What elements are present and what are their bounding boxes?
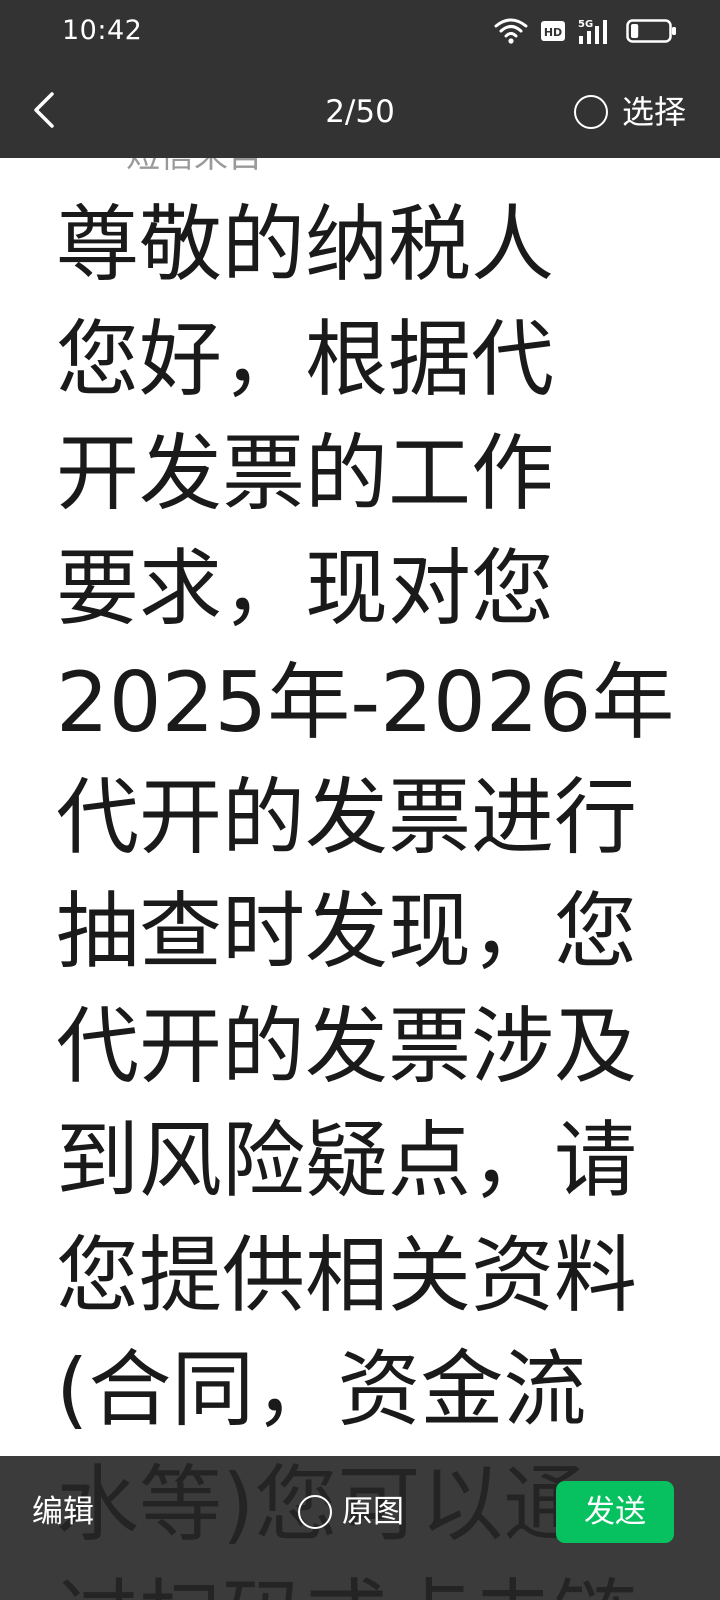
status-icons: HD 5G — [494, 14, 678, 48]
preview-cropped-line: 短信来自 — [126, 158, 262, 176]
message-line: 要求，现对您 — [56, 539, 554, 637]
message-line: 尊敬的纳税人 — [56, 196, 554, 293]
top-nav-bar: 2/50 选择 — [0, 66, 720, 158]
status-time: 10:42 — [62, 15, 143, 46]
signal-5g-icon: 5G — [578, 17, 614, 45]
message-line: 到风险疑点，请 — [56, 1112, 637, 1209]
select-label: 选择 — [621, 93, 686, 131]
status-bar: 10:42 HD 5G — [0, 0, 720, 66]
message-line: 您好，根据代 — [56, 310, 554, 408]
original-label: 原图 — [342, 1494, 404, 1530]
hd-label: HD — [544, 26, 562, 39]
message-line: 抽查时发现，您 — [56, 883, 637, 980]
hd-icon: HD — [540, 19, 566, 43]
bottom-action-bar: 编辑 原图 发送 — [0, 1456, 720, 1600]
wifi-icon — [494, 17, 528, 45]
original-radio-icon — [298, 1495, 332, 1529]
message-line: 代开的发票进行 — [56, 768, 637, 866]
image-preview[interactable]: 短信来自 尊敬的纳税人您好，根据代开发票的工作要求，现对您 2025年-2026年… — [0, 158, 720, 1600]
select-radio-icon — [573, 95, 608, 129]
message-line: 您提供相关资料 — [56, 1226, 637, 1324]
send-button[interactable]: 发送 — [556, 1481, 674, 1543]
message-line: 代开的发票涉及 — [56, 997, 637, 1095]
network-label: 5G — [578, 19, 593, 30]
message-line: 开发票的工作 — [56, 425, 554, 522]
select-toggle[interactable]: 选择 — [573, 88, 686, 136]
battery-icon — [626, 18, 678, 44]
original-image-toggle[interactable]: 原图 — [298, 1490, 404, 1534]
message-line: (合同，资金流 — [56, 1341, 587, 1438]
message-body: 尊敬的纳税人 您好，根据代 开发票的工作 要求，现对您 2025年-2026年 代开的发票… — [56, 188, 696, 1600]
edit-button[interactable]: 编辑 — [32, 1490, 94, 1534]
message-line: 2025年-2026年 — [56, 654, 675, 751]
